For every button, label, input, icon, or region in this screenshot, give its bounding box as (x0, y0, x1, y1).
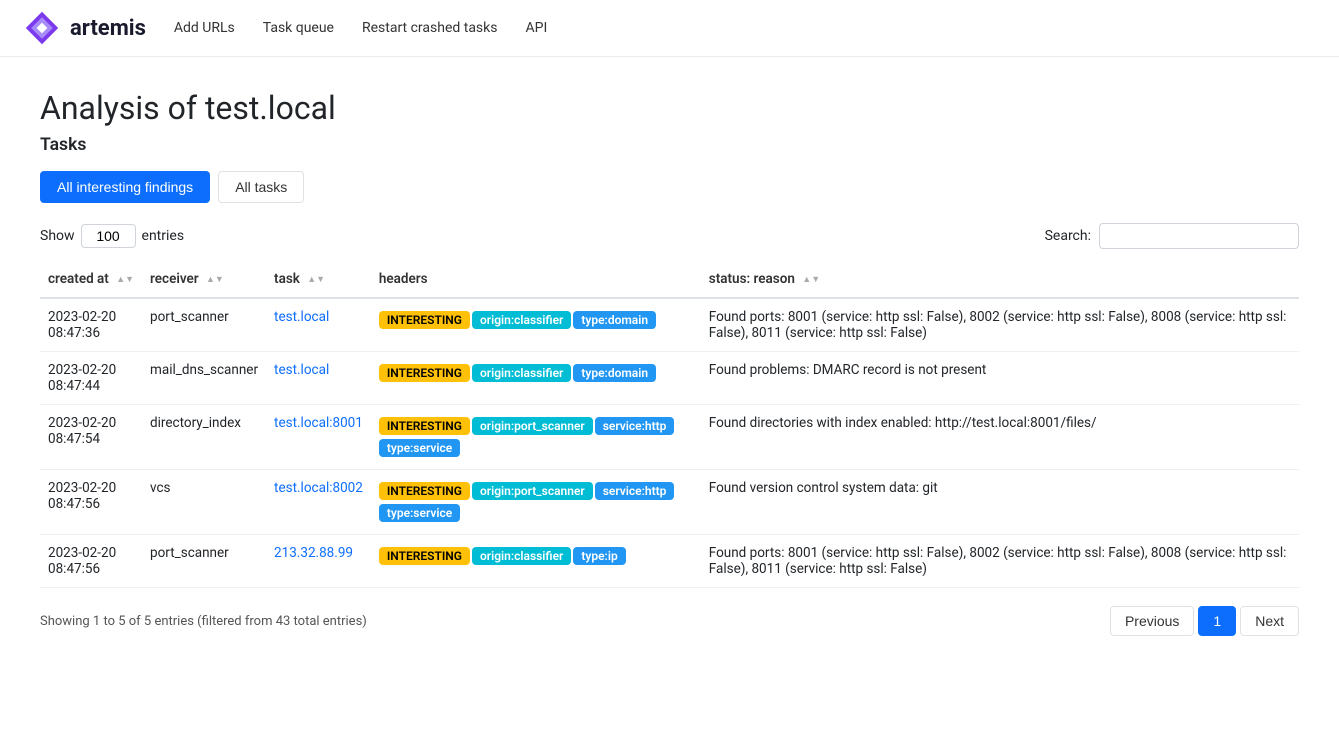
cell-task: 213.32.88.99 (266, 535, 371, 588)
cell-headers: INTERESTINGorigin:port_scannerservice:ht… (371, 470, 701, 535)
brand-name: artemis (70, 16, 146, 41)
sort-icon-status[interactable]: ▲▼ (802, 274, 820, 285)
entries-label: entries (142, 228, 185, 244)
cell-created-at: 2023-02-2008:47:54 (40, 405, 142, 470)
badge-type-service: type:service (379, 439, 460, 457)
main-content: Analysis of test.local Tasks All interes… (0, 57, 1339, 668)
search-label: Search: (1045, 228, 1091, 244)
show-entries-control: Show 100 entries (40, 224, 184, 248)
badge-interesting: INTERESTING (379, 482, 470, 500)
cell-status-reason: Found version control system data: git (701, 470, 1299, 535)
badge-interesting: INTERESTING (379, 417, 470, 435)
badge-service-http: service:http (595, 482, 675, 500)
task-link[interactable]: test.local (274, 309, 329, 325)
nav-task-queue[interactable]: Task queue (263, 20, 334, 36)
badge-type-domain: type:domain (573, 364, 656, 382)
table-row: 2023-02-2008:47:56vcs test.local:8002 INTE… (40, 470, 1299, 535)
cell-headers: INTERESTINGorigin:classifiertype:ip (371, 535, 701, 588)
badge-type-service: type:service (379, 504, 460, 522)
table-row: 2023-02-2008:47:44mail_dns_scanner test.l… (40, 352, 1299, 405)
badge-interesting: INTERESTING (379, 547, 470, 565)
badge-origin-port-scanner: origin:port_scanner (472, 482, 593, 500)
next-button[interactable]: Next (1240, 606, 1299, 636)
pagination-info: Showing 1 to 5 of 5 entries (filtered fr… (40, 614, 367, 629)
nav-add-urls[interactable]: Add URLs (174, 20, 235, 36)
task-link[interactable]: 213.32.88.99 (274, 545, 353, 561)
navbar: artemis Add URLs Task queue Restart cras… (0, 0, 1339, 57)
task-link[interactable]: test.local (274, 362, 329, 378)
sort-icon-task[interactable]: ▲▼ (307, 274, 325, 285)
cell-receiver: vcs (142, 470, 266, 535)
badge-service-http: service:http (595, 417, 675, 435)
cell-headers: INTERESTINGorigin:classifiertype:domain (371, 298, 701, 352)
col-status-reason: status: reason ▲▼ (701, 261, 1299, 298)
cell-status-reason: Found ports: 8001 (service: http ssl: Fa… (701, 298, 1299, 352)
col-task: task ▲▼ (266, 261, 371, 298)
badge-type-ip: type:ip (573, 547, 625, 565)
table-row: 2023-02-2008:47:36port_scanner test.local… (40, 298, 1299, 352)
brand-logo-link[interactable]: artemis (24, 10, 146, 46)
cell-receiver: mail_dns_scanner (142, 352, 266, 405)
prev-button[interactable]: Previous (1110, 606, 1194, 636)
badge-interesting: INTERESTING (379, 364, 470, 382)
cell-status-reason: Found directories with index enabled: ht… (701, 405, 1299, 470)
cell-created-at: 2023-02-2008:47:44 (40, 352, 142, 405)
badge-origin-port-scanner: origin:port_scanner (472, 417, 593, 435)
search-input[interactable] (1099, 223, 1299, 249)
sort-icon-receiver[interactable]: ▲▼ (206, 274, 224, 285)
tab-interesting[interactable]: All interesting findings (40, 171, 210, 203)
cell-receiver: port_scanner (142, 535, 266, 588)
task-link[interactable]: test.local:8001 (274, 415, 363, 431)
cell-task: test.local:8002 (266, 470, 371, 535)
tab-all-tasks[interactable]: All tasks (218, 171, 304, 203)
badge-origin-classifier: origin:classifier (472, 547, 571, 565)
task-link[interactable]: test.local:8002 (274, 480, 363, 496)
pagination-bar: Showing 1 to 5 of 5 entries (filtered fr… (40, 606, 1299, 636)
cell-headers: INTERESTINGorigin:classifiertype:domain (371, 352, 701, 405)
cell-headers: INTERESTINGorigin:port_scannerservice:ht… (371, 405, 701, 470)
cell-receiver: directory_index (142, 405, 266, 470)
page-subtitle: Tasks (40, 135, 1299, 155)
cell-created-at: 2023-02-2008:47:36 (40, 298, 142, 352)
nav-restart-crashed[interactable]: Restart crashed tasks (362, 20, 498, 36)
badge-origin-classifier: origin:classifier (472, 364, 571, 382)
cell-created-at: 2023-02-2008:47:56 (40, 470, 142, 535)
table-row: 2023-02-2008:47:54directory_index test.lo… (40, 405, 1299, 470)
tab-group: All interesting findings All tasks (40, 171, 1299, 203)
badge-type-domain: type:domain (573, 311, 656, 329)
pagination-controls: Previous 1 Next (1110, 606, 1299, 636)
cell-status-reason: Found problems: DMARC record is not pres… (701, 352, 1299, 405)
table-header-row: created at ▲▼ receiver ▲▼ task ▲▼ header… (40, 261, 1299, 298)
brand-icon (24, 10, 60, 46)
badge-interesting: INTERESTING (379, 311, 470, 329)
col-headers: headers (371, 261, 701, 298)
nav-api[interactable]: API (525, 20, 547, 36)
search-box: Search: (1045, 223, 1299, 249)
table-controls: Show 100 entries Search: (40, 223, 1299, 249)
cell-status-reason: Found ports: 8001 (service: http ssl: Fa… (701, 535, 1299, 588)
col-created-at: created at ▲▼ (40, 261, 142, 298)
results-table: created at ▲▼ receiver ▲▼ task ▲▼ header… (40, 261, 1299, 588)
cell-task: test.local (266, 298, 371, 352)
page-1-button[interactable]: 1 (1198, 606, 1236, 636)
table-row: 2023-02-2008:47:56port_scanner 213.32.88.… (40, 535, 1299, 588)
cell-created-at: 2023-02-2008:47:56 (40, 535, 142, 588)
entries-count-input[interactable]: 100 (81, 224, 136, 248)
badge-origin-classifier: origin:classifier (472, 311, 571, 329)
cell-task: test.local:8001 (266, 405, 371, 470)
sort-icon-created-at[interactable]: ▲▼ (116, 274, 134, 285)
show-label: Show (40, 228, 75, 244)
cell-receiver: port_scanner (142, 298, 266, 352)
col-receiver: receiver ▲▼ (142, 261, 266, 298)
page-title: Analysis of test.local (40, 89, 1299, 127)
cell-task: test.local (266, 352, 371, 405)
